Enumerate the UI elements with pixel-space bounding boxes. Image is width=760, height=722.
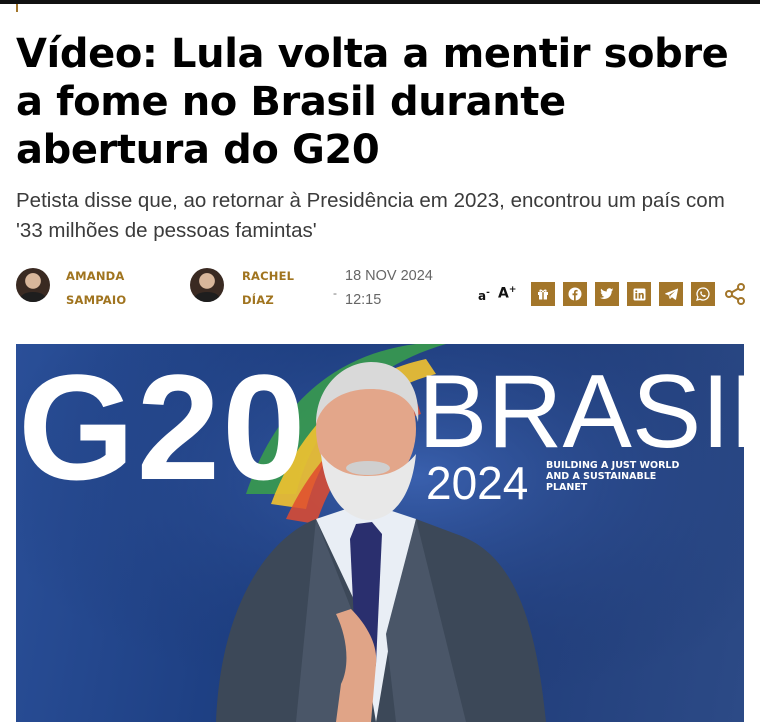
publish-date-day: 18 NOV 2024 — [345, 268, 433, 284]
share-more-button[interactable] — [723, 282, 747, 306]
font-increase-button[interactable]: A+ — [498, 285, 516, 302]
article-headline: Vídeo: Lula volta a mentir sobre a fome … — [16, 31, 729, 173]
telegram-share-button[interactable] — [659, 282, 683, 306]
twitter-icon — [600, 288, 614, 299]
gift-button[interactable] — [531, 282, 555, 306]
linkedin-icon — [633, 288, 645, 300]
twitter-share-button[interactable] — [595, 282, 619, 306]
g20-sign: G20 — [18, 344, 308, 511]
gift-icon — [538, 289, 548, 300]
top-bar — [0, 0, 760, 4]
avatar — [190, 268, 224, 302]
linkedin-share-button[interactable] — [627, 282, 651, 306]
meta-separator: - — [333, 286, 337, 300]
publish-date: 18 NOV 2024 12:15 — [345, 264, 455, 312]
whatsapp-icon — [696, 287, 710, 301]
author-name[interactable]: AMANDA SAMPAIO — [66, 264, 146, 312]
top-accent-mark — [16, 4, 18, 12]
font-decrease-button[interactable]: a- — [478, 288, 490, 303]
year-sign: 2024 — [426, 457, 529, 509]
telegram-icon — [664, 288, 678, 300]
facebook-icon — [568, 287, 582, 301]
author-name[interactable]: RACHEL DÍAZ — [242, 264, 322, 312]
tagline-sign: BUILDING A JUST WORLD AND A SUSTAINABLE … — [546, 460, 680, 493]
facebook-share-button[interactable] — [563, 282, 587, 306]
avatar — [16, 268, 50, 302]
article-photo: G20 BRASIL 2024 BUILDING A JUST WORLD AN… — [16, 344, 744, 722]
publish-date-time: 12:15 — [345, 292, 382, 308]
share-icon — [725, 283, 745, 305]
whatsapp-share-button[interactable] — [691, 282, 715, 306]
article-meta: AMANDA SAMPAIO RACHEL DÍAZ - 18 NOV 2024… — [16, 262, 752, 312]
article-subtitle: Petista disse que, ao retornar à Presidê… — [16, 189, 725, 242]
brasil-sign: BRASIL — [418, 354, 744, 470]
